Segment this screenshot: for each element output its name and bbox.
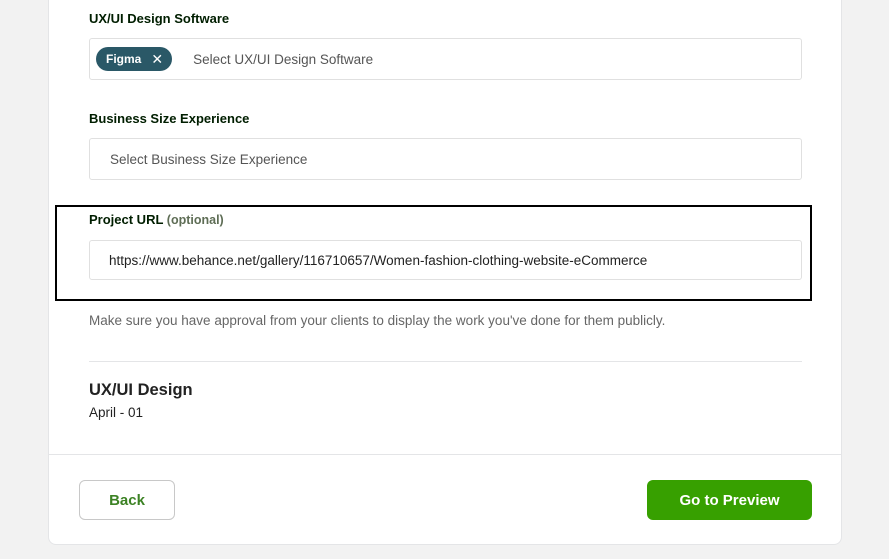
summary-title: UX/UI Design (89, 381, 193, 399)
chip-label: Figma (106, 52, 142, 66)
project-url-label: Project URL (optional) (89, 212, 224, 227)
go-to-preview-button[interactable]: Go to Preview (647, 480, 812, 520)
optional-label: (optional) (166, 213, 224, 227)
software-placeholder: Select UX/UI Design Software (193, 51, 374, 67)
selected-chip-figma: Figma ✕ (96, 47, 173, 71)
business-size-field-label: Business Size Experience (89, 111, 250, 126)
section-divider (89, 361, 802, 362)
business-size-select[interactable]: Select Business Size Experience (89, 138, 802, 180)
close-icon[interactable]: ✕ (151, 52, 163, 66)
footer-divider (48, 454, 842, 455)
software-field-label: UX/UI Design Software (89, 11, 230, 26)
back-button[interactable]: Back (79, 480, 175, 520)
project-url-value: https://www.behance.net/gallery/11671065… (109, 252, 648, 268)
summary-subtitle: April - 01 (89, 405, 144, 420)
business-size-placeholder: Select Business Size Experience (110, 151, 308, 167)
software-select[interactable]: Figma ✕ Select UX/UI Design Software (89, 38, 802, 80)
project-url-label-text: Project URL (89, 212, 164, 227)
approval-help-text: Make sure you have approval from your cl… (89, 313, 666, 328)
project-url-input[interactable]: https://www.behance.net/gallery/11671065… (89, 240, 802, 280)
